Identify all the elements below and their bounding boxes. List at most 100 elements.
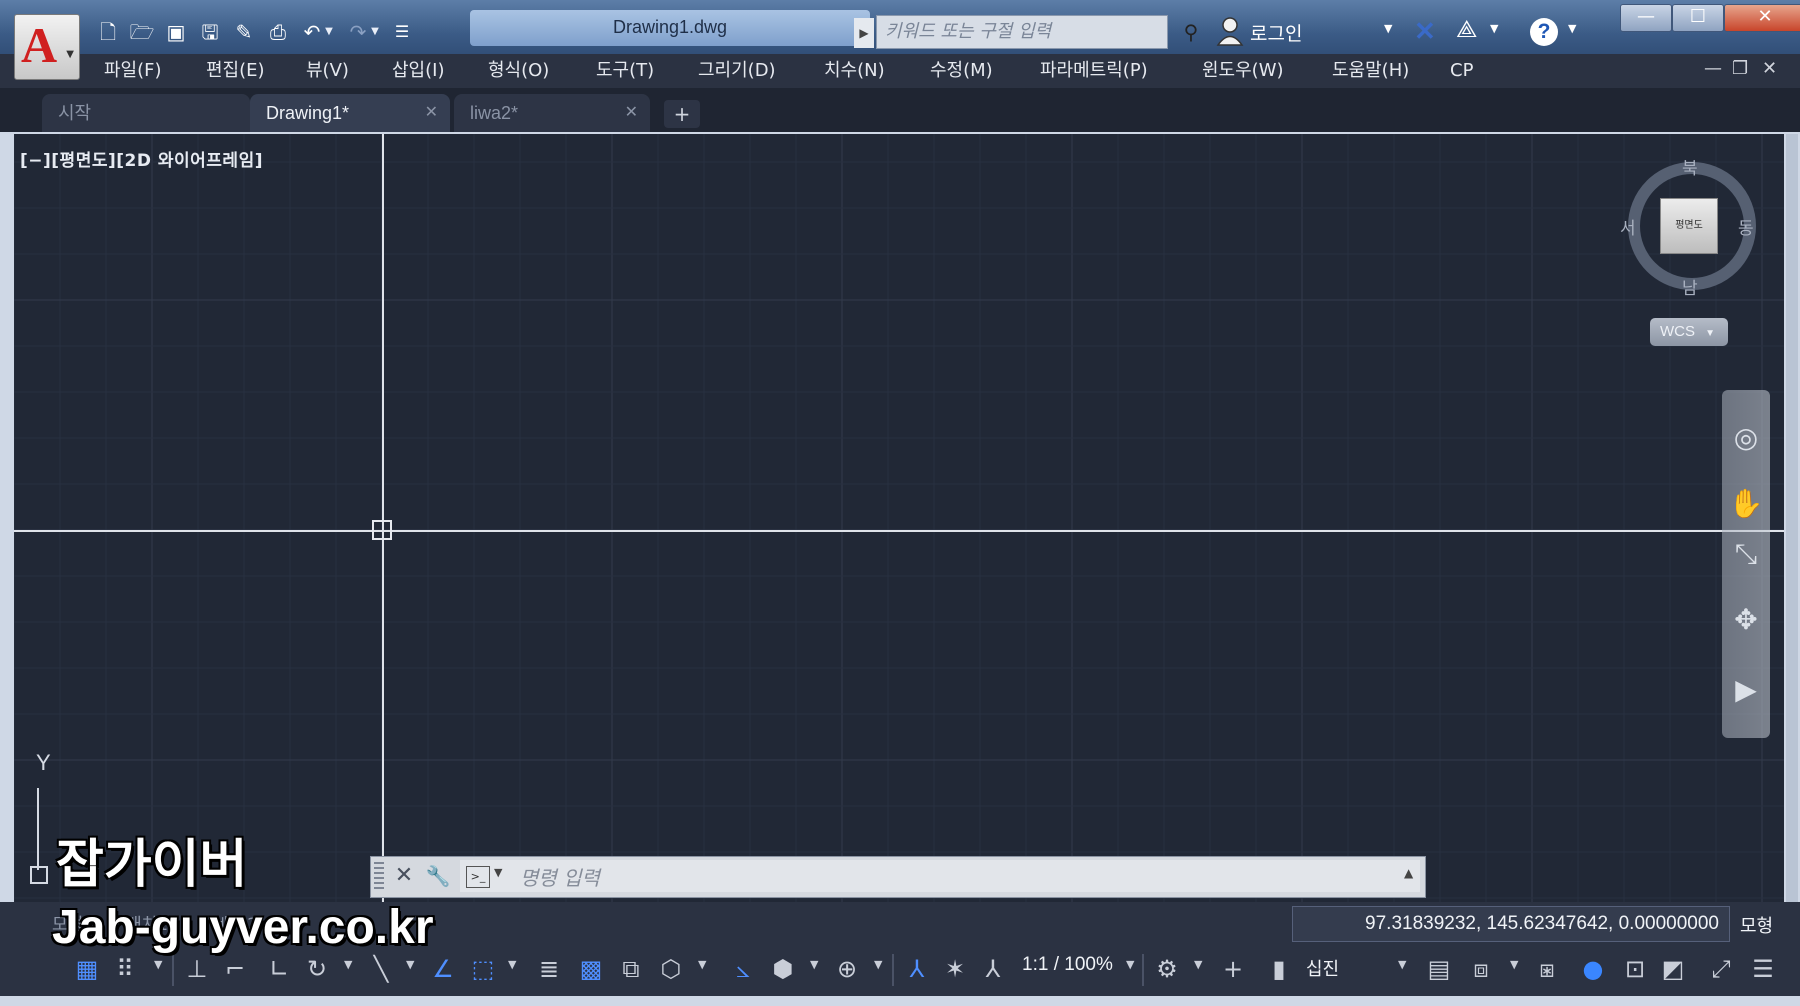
auto-scale-icon[interactable]: ✶ (938, 952, 972, 986)
quick-properties-icon[interactable]: ▤ (1422, 952, 1456, 986)
menu-view[interactable]: 뷰(V) (306, 59, 349, 83)
object-snap-tracking-icon[interactable]: ∠ (426, 952, 460, 986)
close-window-icon[interactable]: ✕ (1724, 4, 1800, 32)
lineweight-icon[interactable]: ≣ (532, 952, 566, 986)
new-file-icon[interactable]: 🗋 (94, 18, 122, 46)
compass-north[interactable]: 북 (1682, 154, 1698, 179)
menu-insert[interactable]: 삽입(I) (392, 59, 444, 83)
polar-tracking-icon[interactable]: ↻ (300, 952, 334, 986)
menu-draw[interactable]: 그리기(D) (698, 59, 776, 83)
viewport-controls-label[interactable]: [−][평면도][2D 와이어프레임] (20, 146, 263, 171)
close-tab-icon[interactable]: ✕ (625, 94, 638, 132)
grid-display-icon[interactable]: ▦ (70, 952, 104, 986)
3dosnap-dropdown-icon[interactable]: ▼ (698, 958, 706, 971)
dynamic-ucs-icon[interactable]: ⦣ (726, 952, 760, 986)
transparency-icon[interactable]: ▩ (574, 952, 608, 986)
doc-close-icon[interactable]: ✕ (1762, 58, 1777, 79)
close-tab-icon[interactable]: ✕ (425, 94, 438, 132)
new-tab-button[interactable]: + (664, 100, 700, 128)
menu-cp[interactable]: CP (1450, 59, 1473, 83)
pan-hand-icon[interactable]: ✋ (1726, 484, 1766, 524)
isometric-drafting-icon[interactable]: ╲ (364, 952, 398, 986)
annotation-scale-icon[interactable]: ⅄ (976, 952, 1010, 986)
command-prompt-icon[interactable]: >_ (466, 866, 490, 888)
drawing-canvas[interactable]: [−][평면도][2D 와이어프레임] (14, 134, 1784, 902)
lock-dropdown-icon[interactable]: ▼ (1510, 958, 1518, 971)
search-expand-icon[interactable]: ▶ (854, 18, 874, 48)
object-snap-icon[interactable]: ⬚ (466, 952, 500, 986)
units-dropdown-icon[interactable]: ▼ (1398, 958, 1406, 971)
a360-dropdown-icon[interactable]: ▼ (1490, 22, 1498, 35)
snap-dropdown-icon[interactable]: ▼ (154, 958, 162, 971)
menu-tools[interactable]: 도구(T) (596, 59, 654, 83)
dynamic-input-icon[interactable]: ⌐ (218, 952, 252, 986)
infer-constraints-icon[interactable]: ⊥ (180, 952, 214, 986)
maximize-icon[interactable]: ☐ (1672, 4, 1724, 32)
menu-modify[interactable]: 수정(M) (930, 59, 993, 83)
search-input[interactable]: 키워드 또는 구절 입력 (876, 15, 1168, 49)
annotation-scale-value[interactable]: 1:1 / 100% (1022, 954, 1113, 976)
gear-icon[interactable]: ⚙ (1150, 952, 1184, 986)
annotation-visibility-icon[interactable]: ⅄ (900, 952, 934, 986)
customization-menu-icon[interactable]: ☰ (1746, 952, 1780, 986)
isodraft-dropdown-icon[interactable]: ▼ (406, 958, 414, 971)
save-as-icon[interactable]: ✎ (230, 18, 258, 46)
orbit-icon[interactable]: ✥ (1726, 600, 1766, 640)
doc-restore-icon[interactable]: ❐ (1732, 58, 1748, 79)
command-input[interactable] (460, 860, 1420, 892)
help-dropdown-icon[interactable]: ▼ (1568, 22, 1576, 35)
command-input-placeholder[interactable]: 명령 입력 (520, 862, 600, 891)
filter-dropdown-icon[interactable]: ▼ (810, 958, 818, 971)
compass-east[interactable]: 동 (1738, 214, 1754, 239)
menu-format[interactable]: 형식(O) (488, 59, 549, 83)
gizmo-icon[interactable]: ⊕ (830, 952, 864, 986)
steering-wheel-icon[interactable]: ◎ (1726, 418, 1766, 458)
viewcube-top-face[interactable]: 평면도 (1660, 198, 1718, 254)
login-dropdown-icon[interactable]: ▼ (1384, 22, 1392, 35)
menu-file[interactable]: 파일(F) (104, 59, 162, 83)
tab-liwa2[interactable]: liwa2* ✕ (454, 94, 650, 132)
print-icon[interactable]: ⎙ (264, 18, 292, 46)
binoculars-icon[interactable]: ⚲ (1176, 18, 1206, 46)
exchange-apps-icon[interactable]: ✕ (1414, 16, 1436, 47)
close-command-line-icon[interactable]: ✕ (390, 860, 418, 892)
command-line-grip-icon[interactable] (374, 862, 384, 892)
help-icon[interactable]: ? (1530, 18, 1558, 46)
clean-screen-icon[interactable]: ⊡ (1618, 952, 1652, 986)
menu-edit[interactable]: 편집(E) (206, 59, 265, 83)
3d-object-snap-icon[interactable]: ⬡ (654, 952, 688, 986)
recent-commands-dropdown-icon[interactable]: ▼ (494, 866, 502, 879)
selection-filter-icon[interactable]: ⬢ (766, 952, 800, 986)
open-folder-icon[interactable]: 🗁 (128, 18, 156, 46)
units-value[interactable]: 십진 (1306, 955, 1339, 981)
graphics-performance-icon[interactable]: ◩ (1656, 952, 1690, 986)
model-space-button[interactable]: 모형 (1740, 912, 1773, 938)
showmotion-icon[interactable]: ▶ (1726, 670, 1766, 710)
polar-dropdown-icon[interactable]: ▼ (344, 958, 352, 971)
lock-ui-icon[interactable]: ⧈ (1464, 952, 1498, 986)
application-menu-button[interactable]: A ▼ (14, 14, 80, 80)
ortho-mode-icon[interactable]: ∟ (262, 952, 296, 986)
osnap-dropdown-icon[interactable]: ▼ (508, 958, 516, 971)
zoom-extents-icon[interactable]: ⤡ (1726, 534, 1766, 574)
user-icon[interactable] (1216, 16, 1244, 46)
minimize-icon[interactable]: — (1620, 4, 1672, 32)
save-icon[interactable]: 🖫 (196, 18, 224, 46)
wcs-menu[interactable]: WCS ▼ (1650, 318, 1728, 346)
menu-window[interactable]: 윈도우(W) (1202, 59, 1284, 83)
gizmo-dropdown-icon[interactable]: ▼ (874, 958, 882, 971)
annotation-monitor-icon[interactable]: + (1216, 952, 1250, 986)
fullscreen-icon[interactable]: ⤢ (1704, 952, 1738, 986)
customize-quick-access-icon[interactable]: ☰ (388, 18, 416, 46)
snap-mode-icon[interactable]: ⠿ (108, 952, 142, 986)
command-history-icon[interactable]: ▲ (1404, 866, 1413, 880)
menu-dimension[interactable]: 치수(N) (824, 59, 885, 83)
compass-south[interactable]: 남 (1682, 274, 1698, 299)
tab-start[interactable]: 시작 (42, 94, 250, 132)
undo-dropdown-icon[interactable]: ▼ (322, 20, 336, 44)
coordinate-readout[interactable]: 97.31839232, 145.62347642, 0.00000000 (1292, 906, 1730, 942)
hardware-acceleration-icon[interactable]: ● (1576, 952, 1610, 986)
units-icon[interactable]: ▮ (1262, 952, 1296, 986)
autodesk-a360-icon[interactable]: ⟁ (1456, 15, 1486, 45)
doc-minimize-icon[interactable]: — (1704, 58, 1722, 79)
